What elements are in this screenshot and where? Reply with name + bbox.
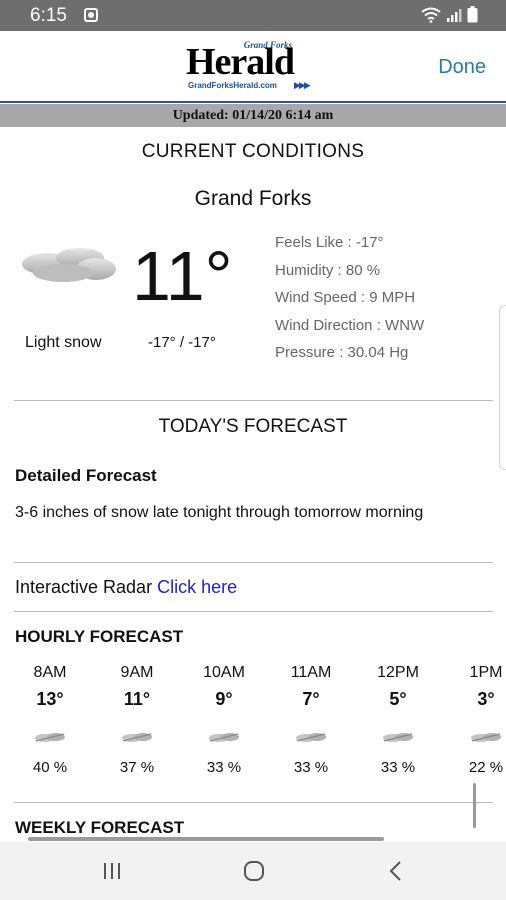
- divider: [14, 802, 493, 803]
- snow-cloud-icon: [107, 717, 167, 759]
- hourly-item: 8AM 13° 40 %: [20, 664, 80, 776]
- notification-icon: [84, 8, 98, 22]
- hourly-forecast-heading: HOURLY FORECAST: [15, 627, 184, 646]
- hour-temp: 3°: [477, 689, 495, 709]
- horizontal-scrollbar[interactable]: [28, 837, 384, 841]
- edge-panel-handle[interactable]: [499, 305, 506, 470]
- system-navigation-bar: [0, 842, 506, 900]
- hourly-forecast-list[interactable]: 8AM 13° 40 % 9AM 11° 37 % 10AM 9° 33 % 1…: [0, 664, 506, 784]
- recent-apps-icon[interactable]: [92, 857, 132, 885]
- radar-link[interactable]: Click here: [157, 577, 237, 597]
- detailed-forecast-heading: Detailed Forecast: [15, 466, 157, 485]
- signal-icon: [447, 9, 462, 22]
- hour-precip: 22 %: [468, 759, 504, 776]
- pressure: Pressure : 30.04 Hg: [275, 344, 409, 362]
- city-name: Grand Forks: [194, 187, 312, 210]
- radar-label: Interactive Radar: [15, 577, 153, 597]
- hour-time: 10AM: [203, 664, 245, 681]
- hourly-item: 9AM 11° 37 %: [107, 664, 167, 776]
- divider: [14, 611, 493, 612]
- hour-precip: 33 %: [206, 759, 242, 776]
- done-button[interactable]: Done: [438, 56, 486, 79]
- snow-cloud-icon: [281, 717, 341, 759]
- hour-precip: 37 %: [119, 759, 155, 776]
- detailed-forecast-text: 3-6 inches of snow late tonight through …: [15, 504, 424, 521]
- hour-precip: 33 %: [380, 759, 416, 776]
- updated-timestamp: Updated: 01/14/20 6:14 am: [0, 104, 506, 127]
- battery-icon: [467, 6, 478, 23]
- status-icons: [421, 6, 478, 23]
- status-time: 6:15: [30, 5, 67, 26]
- hour-temp: 5°: [389, 689, 407, 709]
- hour-temp: 7°: [302, 689, 320, 709]
- hour-time: 9AM: [120, 664, 154, 681]
- interactive-radar: Interactive Radar Click here: [15, 577, 237, 598]
- hour-time: 1PM: [469, 664, 503, 681]
- hour-precip: 33 %: [293, 759, 329, 776]
- logo-title: Herald: [186, 41, 295, 83]
- hour-time: 11AM: [290, 664, 332, 681]
- snow-cloud-icon: [456, 717, 506, 759]
- snow-cloud-icon: [20, 717, 80, 759]
- home-icon[interactable]: [234, 857, 274, 885]
- app-header: Grand Forks Herald GrandForksHerald.com …: [0, 31, 506, 103]
- hourly-item: 12PM 5° 33 %: [368, 664, 428, 776]
- todays-forecast-heading: TODAY'S FORECAST: [158, 416, 348, 437]
- hour-temp: 9°: [215, 689, 233, 709]
- divider: [14, 562, 493, 563]
- logo-url: GrandForksHerald.com: [188, 81, 277, 90]
- feels-like: Feels Like : -17°: [275, 234, 384, 251]
- current-conditions-heading: CURRENT CONDITIONS: [141, 141, 365, 162]
- weekly-forecast-heading: WEEKLY FORECAST: [15, 818, 185, 837]
- condition-text: Light snow: [25, 334, 102, 351]
- hour-precip: 40 %: [32, 759, 68, 776]
- wifi-icon: [421, 7, 441, 23]
- hi-lo-temperature: -17° / -17°: [148, 334, 216, 351]
- wind-speed: Wind Speed : 9 MPH: [275, 289, 416, 307]
- status-bar: 6:15: [0, 0, 506, 31]
- hourly-item: 10AM 9° 33 %: [194, 664, 254, 776]
- snow-cloud-icon: [368, 717, 428, 759]
- back-icon[interactable]: [376, 857, 416, 885]
- hour-time: 8AM: [33, 664, 67, 681]
- cloud-icon: [22, 248, 116, 282]
- current-temperature: 11°: [132, 237, 233, 315]
- hour-temp: 13°: [36, 689, 64, 709]
- vertical-scrollbar[interactable]: [473, 783, 476, 828]
- conditions-details: Feels Like : -17° Humidity : 80 % Wind S…: [275, 233, 424, 371]
- hourly-item: 11AM 7° 33 %: [281, 664, 341, 776]
- hour-time: 12PM: [377, 664, 419, 681]
- divider: [14, 400, 493, 401]
- logo-arrows-icon: ▶▶▶: [294, 80, 311, 90]
- herald-logo: Grand Forks Herald GrandForksHerald.com …: [186, 40, 326, 96]
- wind-direction: Wind Direction : WNW: [275, 316, 425, 334]
- snow-cloud-icon: [194, 717, 254, 759]
- hour-temp: 11°: [123, 689, 151, 709]
- humidity: Humidity : 80 %: [275, 261, 381, 279]
- hourly-item: 1PM 3° 22 %: [456, 664, 506, 776]
